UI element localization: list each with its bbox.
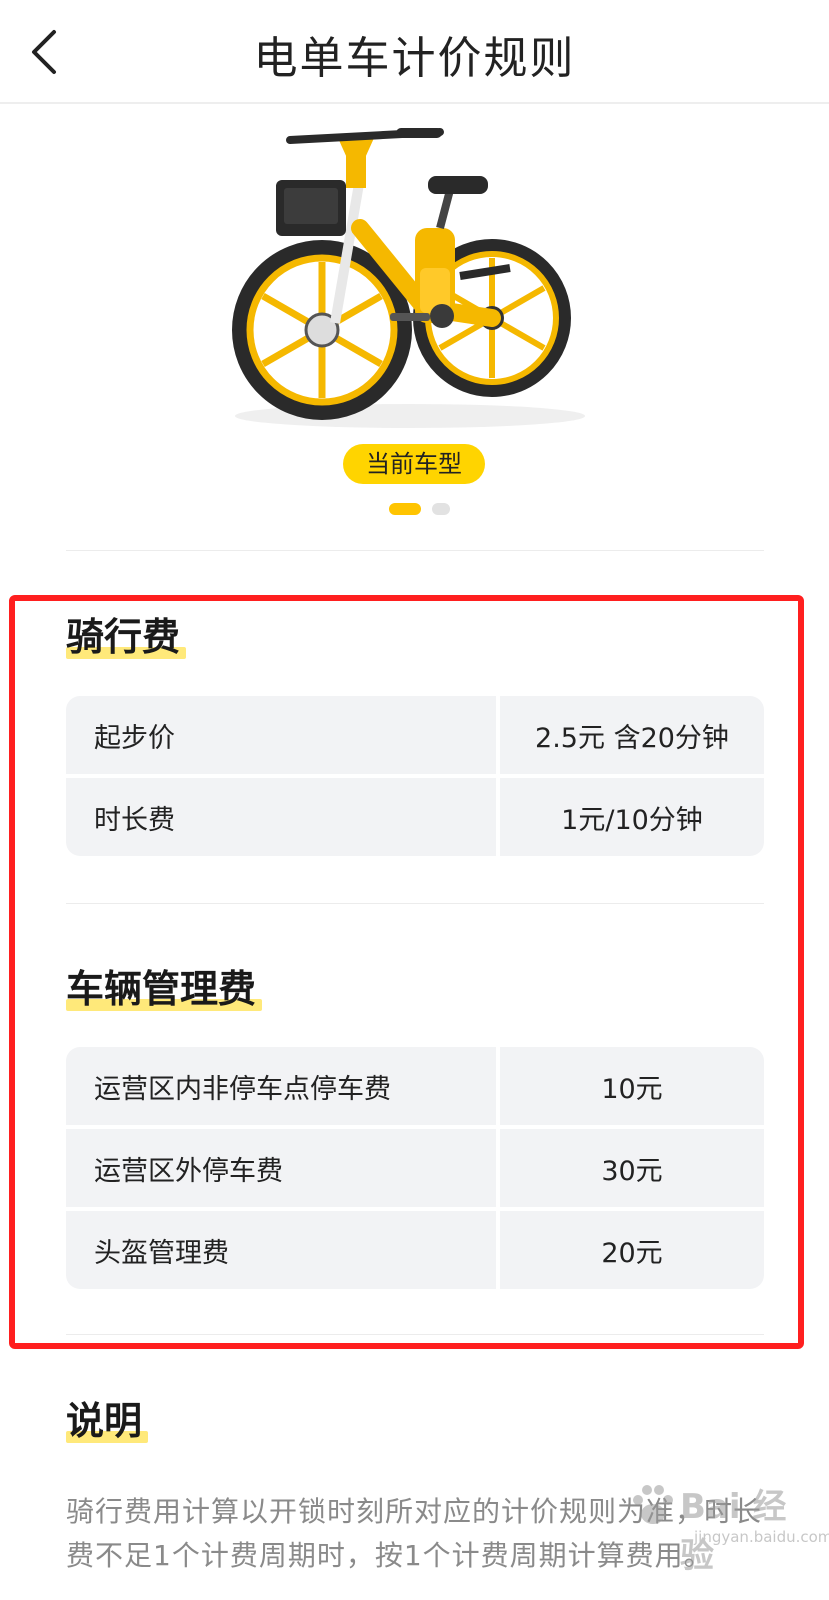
notes-title: 说明 (66, 1390, 149, 1445)
watermark: Bai 经验 jingyan.baidu.com (628, 1478, 829, 1576)
fee-label: 运营区内非停车点停车费 (66, 1047, 496, 1125)
paw-logo-icon (633, 1485, 673, 1524)
fee-label: 起步价 (66, 696, 496, 774)
fee-value: 30元 (500, 1129, 764, 1207)
page-title: 电单车计价规则 (253, 33, 576, 84)
divider (66, 903, 764, 904)
management-fee-title: 车辆管理费 (66, 958, 263, 1013)
fee-value: 10元 (500, 1047, 764, 1125)
carousel-dot[interactable] (432, 503, 450, 515)
table-row: 起步价 2.5元 含20分钟 (66, 696, 764, 774)
current-model-badge: 当前车型 (343, 444, 485, 484)
bike-image[interactable] (210, 118, 620, 430)
fee-value: 2.5元 含20分钟 (500, 696, 764, 774)
fee-label: 时长费 (66, 778, 496, 856)
table-row: 运营区外停车费 30元 (66, 1129, 764, 1207)
fee-label: 运营区外停车费 (66, 1129, 496, 1207)
riding-fee-table: 起步价 2.5元 含20分钟 时长费 1元/10分钟 (66, 696, 764, 856)
divider (66, 1334, 764, 1335)
watermark-url: jingyan.baidu.com (694, 1528, 829, 1546)
riding-fee-title: 骑行费 (66, 606, 187, 661)
fee-value: 1元/10分钟 (500, 778, 764, 856)
fee-value: 20元 (500, 1211, 764, 1289)
fee-label: 头盔管理费 (66, 1211, 496, 1289)
carousel-dot-active[interactable] (389, 503, 421, 515)
top-bar: 电单车计价规则 (0, 0, 829, 104)
table-row: 头盔管理费 20元 (66, 1211, 764, 1289)
carousel-indicator (0, 503, 829, 515)
management-fee-table: 运营区内非停车点停车费 10元 运营区外停车费 30元 头盔管理费 20元 (66, 1047, 764, 1289)
table-row: 时长费 1元/10分钟 (66, 778, 764, 856)
divider (66, 550, 764, 551)
table-row: 运营区内非停车点停车费 10元 (66, 1047, 764, 1125)
